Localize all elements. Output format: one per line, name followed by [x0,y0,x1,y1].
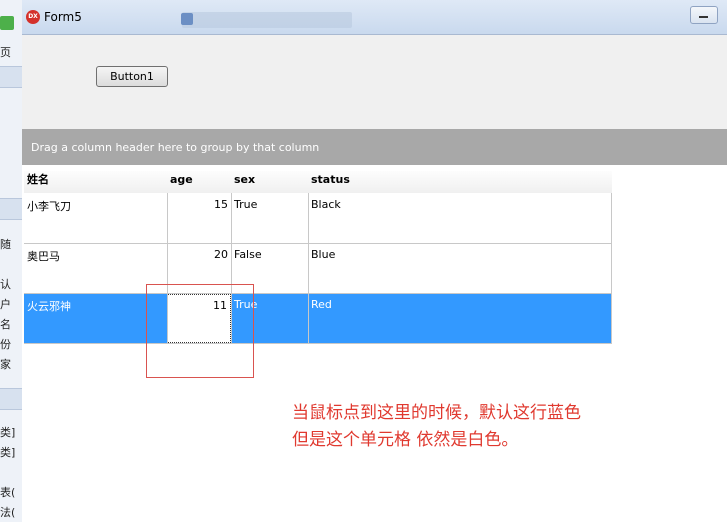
table-row[interactable]: 奥巴马 20 False Blue [24,244,612,294]
app-icon: DX [26,10,40,24]
group-by-panel[interactable]: Drag a column header here to group by th… [22,129,727,165]
column-header-sex[interactable]: sex [231,171,308,193]
background-tab [0,66,22,88]
cell-sex[interactable]: True [231,194,308,243]
background-text: 认 [0,278,11,291]
annotation-text-line1: 当鼠标点到这里的时候，默认这行蓝色 [292,403,581,423]
column-header-age[interactable]: age [167,171,231,193]
cell-name[interactable]: 小李飞刀 [24,194,167,243]
column-header-status[interactable]: status [308,171,612,193]
background-text: 法( [0,506,16,519]
background-text: 页 [0,46,11,59]
minimize-button[interactable] [690,6,718,24]
cell-status[interactable]: Red [308,294,612,343]
background-text: 名 [0,318,11,331]
window-titlebar[interactable]: DX Form5 [22,0,727,35]
blurred-taskbar-item [182,12,352,28]
blurred-app-icon [181,13,193,25]
annotation-highlight-box [146,284,254,378]
cell-status[interactable]: Black [308,194,612,243]
grid-line [308,193,309,344]
minimize-icon [699,16,708,18]
button1[interactable]: Button1 [96,66,168,87]
background-text: 类] [0,446,16,459]
background-text: 表( [0,486,16,499]
cell-age[interactable]: 15 [167,194,231,243]
background-tab [0,198,22,220]
form-top-panel: Button1 [22,35,727,129]
background-text: 份 [0,338,11,351]
background-text: 类] [0,426,16,439]
background-text: 家 [0,358,11,371]
background-app-icon [0,16,14,30]
window-title: Form5 [44,10,82,24]
grid-line [611,193,612,344]
cell-status[interactable]: Blue [308,244,612,293]
background-tab [0,388,22,410]
table-row[interactable]: 小李飞刀 15 True Black [24,194,612,244]
table-row-selected[interactable]: 火云邪神 11 True Red [24,294,612,344]
background-text: 随 [0,238,11,251]
background-text: 户 [0,298,11,311]
background-app-strip: 页 随 认 户 名 份 家 类] 类] 表( 法( [0,0,23,522]
annotation-text-line2: 但是这个单元格 依然是白色。 [292,430,519,450]
column-header-name[interactable]: 姓名 [24,171,167,193]
